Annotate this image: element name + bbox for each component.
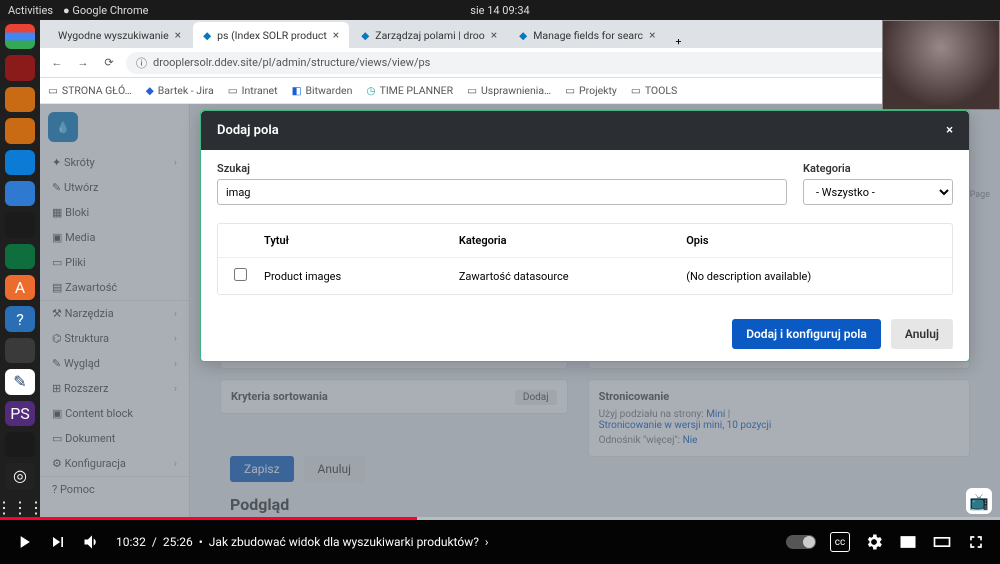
bookmark[interactable]: ▭ STRONA GŁÓ… [48, 84, 132, 97]
site-info-icon[interactable]: ⓘ [136, 55, 147, 71]
url-text: drooplersolr.ddev.site/pl/admin/structur… [153, 56, 430, 69]
activities[interactable]: Activities [8, 4, 53, 17]
modal-header: Dodaj pola × [201, 111, 969, 150]
search-input[interactable] [217, 179, 787, 205]
dock-app-icon[interactable] [5, 118, 35, 143]
bookmark[interactable]: ▭ Projekty [565, 84, 617, 97]
forward-icon[interactable]: → [74, 56, 92, 69]
volume-icon[interactable] [82, 532, 102, 552]
category-label: Kategoria [803, 162, 953, 175]
play-icon[interactable] [14, 532, 34, 552]
close-icon[interactable]: × [649, 28, 655, 42]
os-top-bar: Activities ● Google Chrome sie 14 09:34 [0, 0, 1000, 20]
dock-app-icon[interactable] [5, 55, 35, 80]
row-checkbox[interactable] [234, 268, 247, 281]
bookmark[interactable]: ▭ Intranet [228, 84, 278, 97]
modal-title: Dodaj pola [217, 123, 279, 138]
close-icon[interactable]: × [491, 28, 497, 42]
dock-app-icon[interactable] [5, 338, 35, 363]
table-row: Product images Zawartość datasource (No … [218, 257, 952, 294]
url-bar[interactable]: ⓘ drooplersolr.ddev.site/pl/admin/struct… [126, 52, 918, 74]
dock-app-icon[interactable] [5, 244, 35, 269]
row-category: Zawartość datasource [459, 270, 686, 283]
dock-phpstorm-icon[interactable]: PS [5, 401, 35, 426]
chapter-title[interactable]: Jak zbudować widok dla wyszukiwarki prod… [209, 535, 479, 549]
search-label: Szukaj [217, 162, 787, 175]
browser-tab[interactable]: Wygodne wyszukiwanie× [48, 22, 191, 48]
cancel-button[interactable]: Anuluj [891, 319, 953, 349]
stream-icon[interactable]: 📺 [966, 488, 992, 514]
dock-app-icon[interactable]: ✎ [5, 369, 35, 394]
theater-icon[interactable] [932, 532, 952, 552]
dock: A ? ✎ PS ◎ ⋮⋮⋮ [0, 20, 40, 520]
clock[interactable]: sie 14 09:34 [470, 4, 529, 17]
col-title: Tytuł [264, 234, 459, 247]
tab-strip: Wygodne wyszukiwanie× ◆ps (Index SOLR pr… [40, 20, 1000, 48]
dock-chrome-icon[interactable] [5, 24, 35, 49]
bookmarks-bar: ▭ STRONA GŁÓ… ◆ Bartek - Jira ▭ Intranet… [40, 78, 1000, 104]
dock-obs-icon[interactable]: ◎ [5, 463, 35, 488]
dock-app-icon[interactable] [5, 432, 35, 457]
col-description: Opis [686, 234, 946, 247]
browser-tab[interactable]: ◆Zarządzaj polami | droo× [351, 22, 507, 48]
browser-tab[interactable]: ◆Manage fields for searc× [509, 22, 665, 48]
back-icon[interactable]: ← [48, 56, 66, 69]
bookmark[interactable]: ▭ TOOLS [631, 84, 677, 97]
next-icon[interactable] [48, 532, 68, 552]
dock-app-icon[interactable]: A [5, 275, 35, 300]
add-fields-modal: Dodaj pola × Szukaj Kategoria - Wszystko… [200, 110, 970, 362]
dock-app-icon[interactable] [5, 212, 35, 237]
row-description: (No description available) [686, 270, 946, 283]
app-menu[interactable]: ● Google Chrome [63, 4, 148, 17]
browser-toolbar: ← → ⟳ ⓘ drooplersolr.ddev.site/pl/admin/… [40, 48, 1000, 78]
bookmark[interactable]: ◷ TIME PLANNER [366, 84, 453, 97]
browser-tab[interactable]: ◆ps (Index SOLR product× [193, 22, 349, 48]
video-time: 10:32 / 25:26 • Jak zbudować widok dla w… [116, 535, 489, 549]
autoplay-toggle[interactable] [786, 535, 816, 549]
add-configure-button[interactable]: Dodaj i konfiguruj pola [732, 319, 881, 349]
col-category: Kategoria [459, 234, 686, 247]
page-content: 💧 ✦ Skróty› ✎ Utwórz ▦ Bloki ▣ Media ▭ P… [40, 104, 1000, 520]
dock-app-icon[interactable] [5, 181, 35, 206]
fullscreen-icon[interactable] [966, 532, 986, 552]
category-select[interactable]: - Wszystko - [803, 179, 953, 205]
miniplayer-icon[interactable] [898, 532, 918, 552]
bookmark[interactable]: ▭ Usprawnienia… [467, 84, 551, 97]
dock-help-icon[interactable]: ? [5, 306, 35, 331]
bookmark[interactable]: ◧ Bitwarden [292, 84, 353, 97]
settings-icon[interactable] [864, 532, 884, 552]
webcam-overlay [882, 20, 1000, 110]
video-controls: 10:32 / 25:26 • Jak zbudować widok dla w… [0, 520, 1000, 564]
close-icon[interactable]: × [946, 123, 953, 138]
dock-app-icon[interactable] [5, 87, 35, 112]
bookmark[interactable]: ◆ Bartek - Jira [146, 84, 214, 97]
browser-window: Wygodne wyszukiwanie× ◆ps (Index SOLR pr… [40, 20, 1000, 520]
captions-icon[interactable]: cc [830, 532, 850, 552]
close-icon[interactable]: × [333, 28, 339, 42]
row-title: Product images [264, 270, 459, 283]
fields-table: Tytuł Kategoria Opis Product images Zawa… [217, 223, 953, 295]
reload-icon[interactable]: ⟳ [100, 56, 118, 69]
dock-app-icon[interactable] [5, 150, 35, 175]
close-icon[interactable]: × [175, 28, 181, 42]
chevron-right-icon[interactable]: › [485, 535, 489, 549]
new-tab-button[interactable]: + [667, 35, 689, 48]
